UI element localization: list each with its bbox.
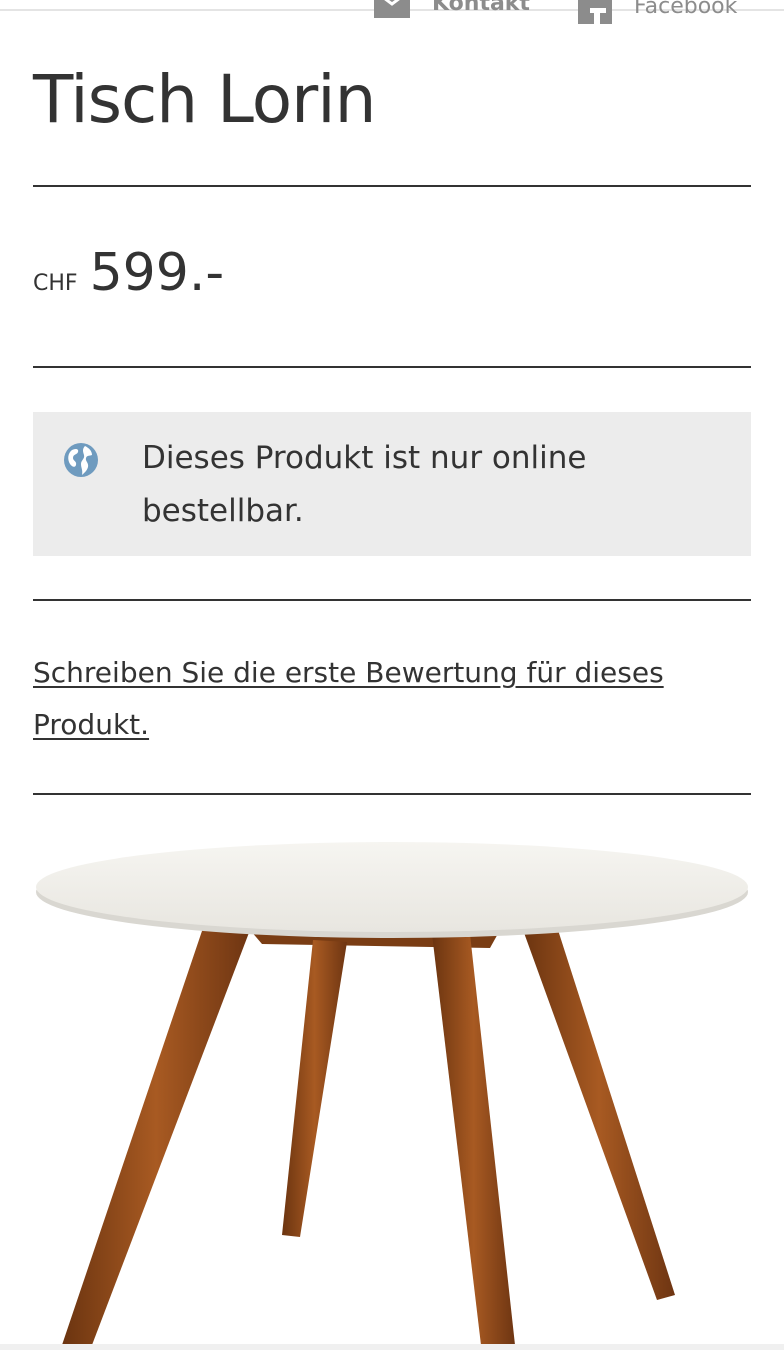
price-currency: CHF <box>33 271 78 296</box>
online-only-notice: Dieses Produkt ist nur online bestellbar… <box>33 412 751 556</box>
facebook-icon <box>578 0 612 24</box>
price-box: CHF 599.- <box>33 243 224 303</box>
product-title: Tisch Lorin <box>33 61 376 138</box>
bottom-border <box>0 1344 784 1350</box>
notice-text: Dieses Produkt ist nur online bestellbar… <box>142 440 587 529</box>
globe-icon <box>64 443 98 477</box>
divider <box>33 793 751 795</box>
envelope-icon <box>374 0 410 18</box>
facebook-link[interactable]: Facebook <box>578 0 737 24</box>
divider <box>33 366 751 368</box>
contact-label: Kontakt <box>432 0 530 16</box>
write-review-link[interactable]: Schreiben Sie die erste Bewertung für di… <box>33 647 751 751</box>
facebook-label: Facebook <box>634 0 738 19</box>
divider <box>33 599 751 601</box>
top-links-bar: Kontakt Facebook <box>0 0 784 24</box>
contact-link[interactable]: Kontakt <box>374 0 530 18</box>
price-amount: 599.- <box>89 243 225 303</box>
product-image <box>36 842 748 1345</box>
divider <box>33 185 751 187</box>
